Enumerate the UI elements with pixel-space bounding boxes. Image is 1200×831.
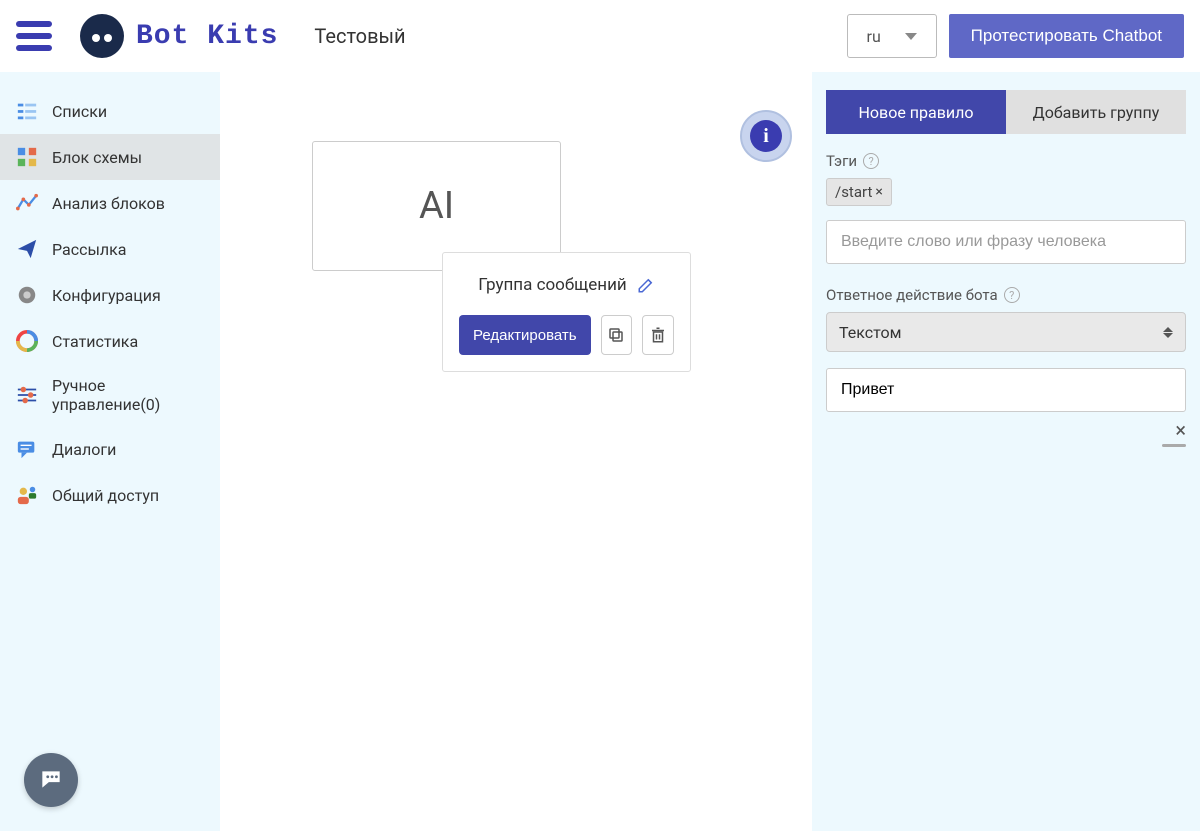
chat-icon [38,767,64,793]
sidebar-item-label: Списки [52,102,107,121]
delete-button[interactable] [642,315,674,355]
sidebar-item-broadcast[interactable]: Рассылка [0,226,220,272]
panel-tabs: Новое правило Добавить группу [826,90,1186,134]
help-icon[interactable]: ? [863,153,879,169]
tag-remove-icon[interactable]: × [875,184,882,200]
sidebar-item-label: Конфигурация [52,286,161,305]
trash-icon [649,326,667,344]
gear-icon [16,284,38,306]
copy-icon [607,326,625,344]
right-panel: Новое правило Добавить группу Тэги ? /st… [812,72,1200,831]
action-label-row: Ответное действие бота ? [826,286,1186,304]
list-icon [16,100,38,122]
sidebar-item-lists[interactable]: Списки [0,88,220,134]
sidebar-item-config[interactable]: Конфигурация [0,272,220,318]
sidebar-item-analysis[interactable]: Анализ блоков [0,180,220,226]
edit-title-icon[interactable] [637,276,655,294]
tags-label-row: Тэги ? [826,152,1186,170]
help-icon[interactable]: ? [1004,287,1020,303]
sidebar-item-share[interactable]: Общий доступ [0,472,220,518]
sidebar-item-label: Блок схемы [52,148,142,167]
close-icon[interactable]: × [1175,420,1186,440]
sidebar-item-label: Статистика [52,332,138,351]
logo-icon [80,14,124,58]
message-group-card[interactable]: Группа сообщений Редактировать [442,252,691,372]
info-icon: i [750,120,782,152]
share-icon [16,484,38,506]
ai-block-label: AI [419,184,454,228]
sidebar-item-label: Общий доступ [52,486,159,505]
analysis-icon [16,192,38,214]
brand-name: Bot Kits [136,21,278,52]
brand-logo[interactable]: Bot Kits [80,14,278,58]
blocks-icon [16,146,38,168]
page-title: Тестовый [314,24,405,48]
reply-input[interactable] [826,368,1186,412]
chart-icon [16,330,38,352]
tag-text: /start [835,183,872,201]
sidebar-item-manual[interactable]: Ручное управление(0) [0,364,220,426]
chevron-down-icon [905,33,917,40]
sidebar-item-block-schemes[interactable]: Блок схемы [0,134,220,180]
dialog-icon [16,438,38,460]
tags-label: Тэги [826,152,857,170]
chat-fab[interactable] [24,753,78,807]
phrase-input[interactable] [826,220,1186,264]
select-arrows-icon [1163,327,1173,338]
sidebar: Списки Блок схемы Анализ блоков Рассылка… [0,72,220,831]
sidebar-item-label: Ручное управление(0) [52,376,204,414]
sidebar-item-label: Анализ блоков [52,194,165,213]
sidebar-item-label: Рассылка [52,240,126,259]
info-button[interactable]: i [740,110,792,162]
tab-new-rule[interactable]: Новое правило [826,90,1006,134]
sidebar-item-label: Диалоги [52,440,116,459]
tab-add-group[interactable]: Добавить группу [1006,90,1186,134]
group-title: Группа сообщений [478,275,627,295]
menu-hamburger[interactable] [16,21,52,51]
action-value: Текстом [839,323,902,342]
test-chatbot-button[interactable]: Протестировать Chatbot [949,14,1184,58]
drag-handle-icon[interactable] [1162,444,1186,447]
header: Bot Kits Тестовый ru Протестировать Chat… [0,0,1200,72]
edit-button[interactable]: Редактировать [459,315,591,355]
action-select[interactable]: Текстом [826,312,1186,352]
language-value: ru [867,27,881,46]
action-label: Ответное действие бота [826,286,998,304]
send-icon [16,238,38,260]
sidebar-item-dialogs[interactable]: Диалоги [0,426,220,472]
copy-button[interactable] [601,315,633,355]
sliders-icon [16,384,38,406]
canvas[interactable]: i AI Группа сообщений Редактировать [220,72,812,831]
tag-chip[interactable]: /start × [826,178,892,206]
sidebar-item-stats[interactable]: Статистика [0,318,220,364]
language-select[interactable]: ru [847,14,937,58]
